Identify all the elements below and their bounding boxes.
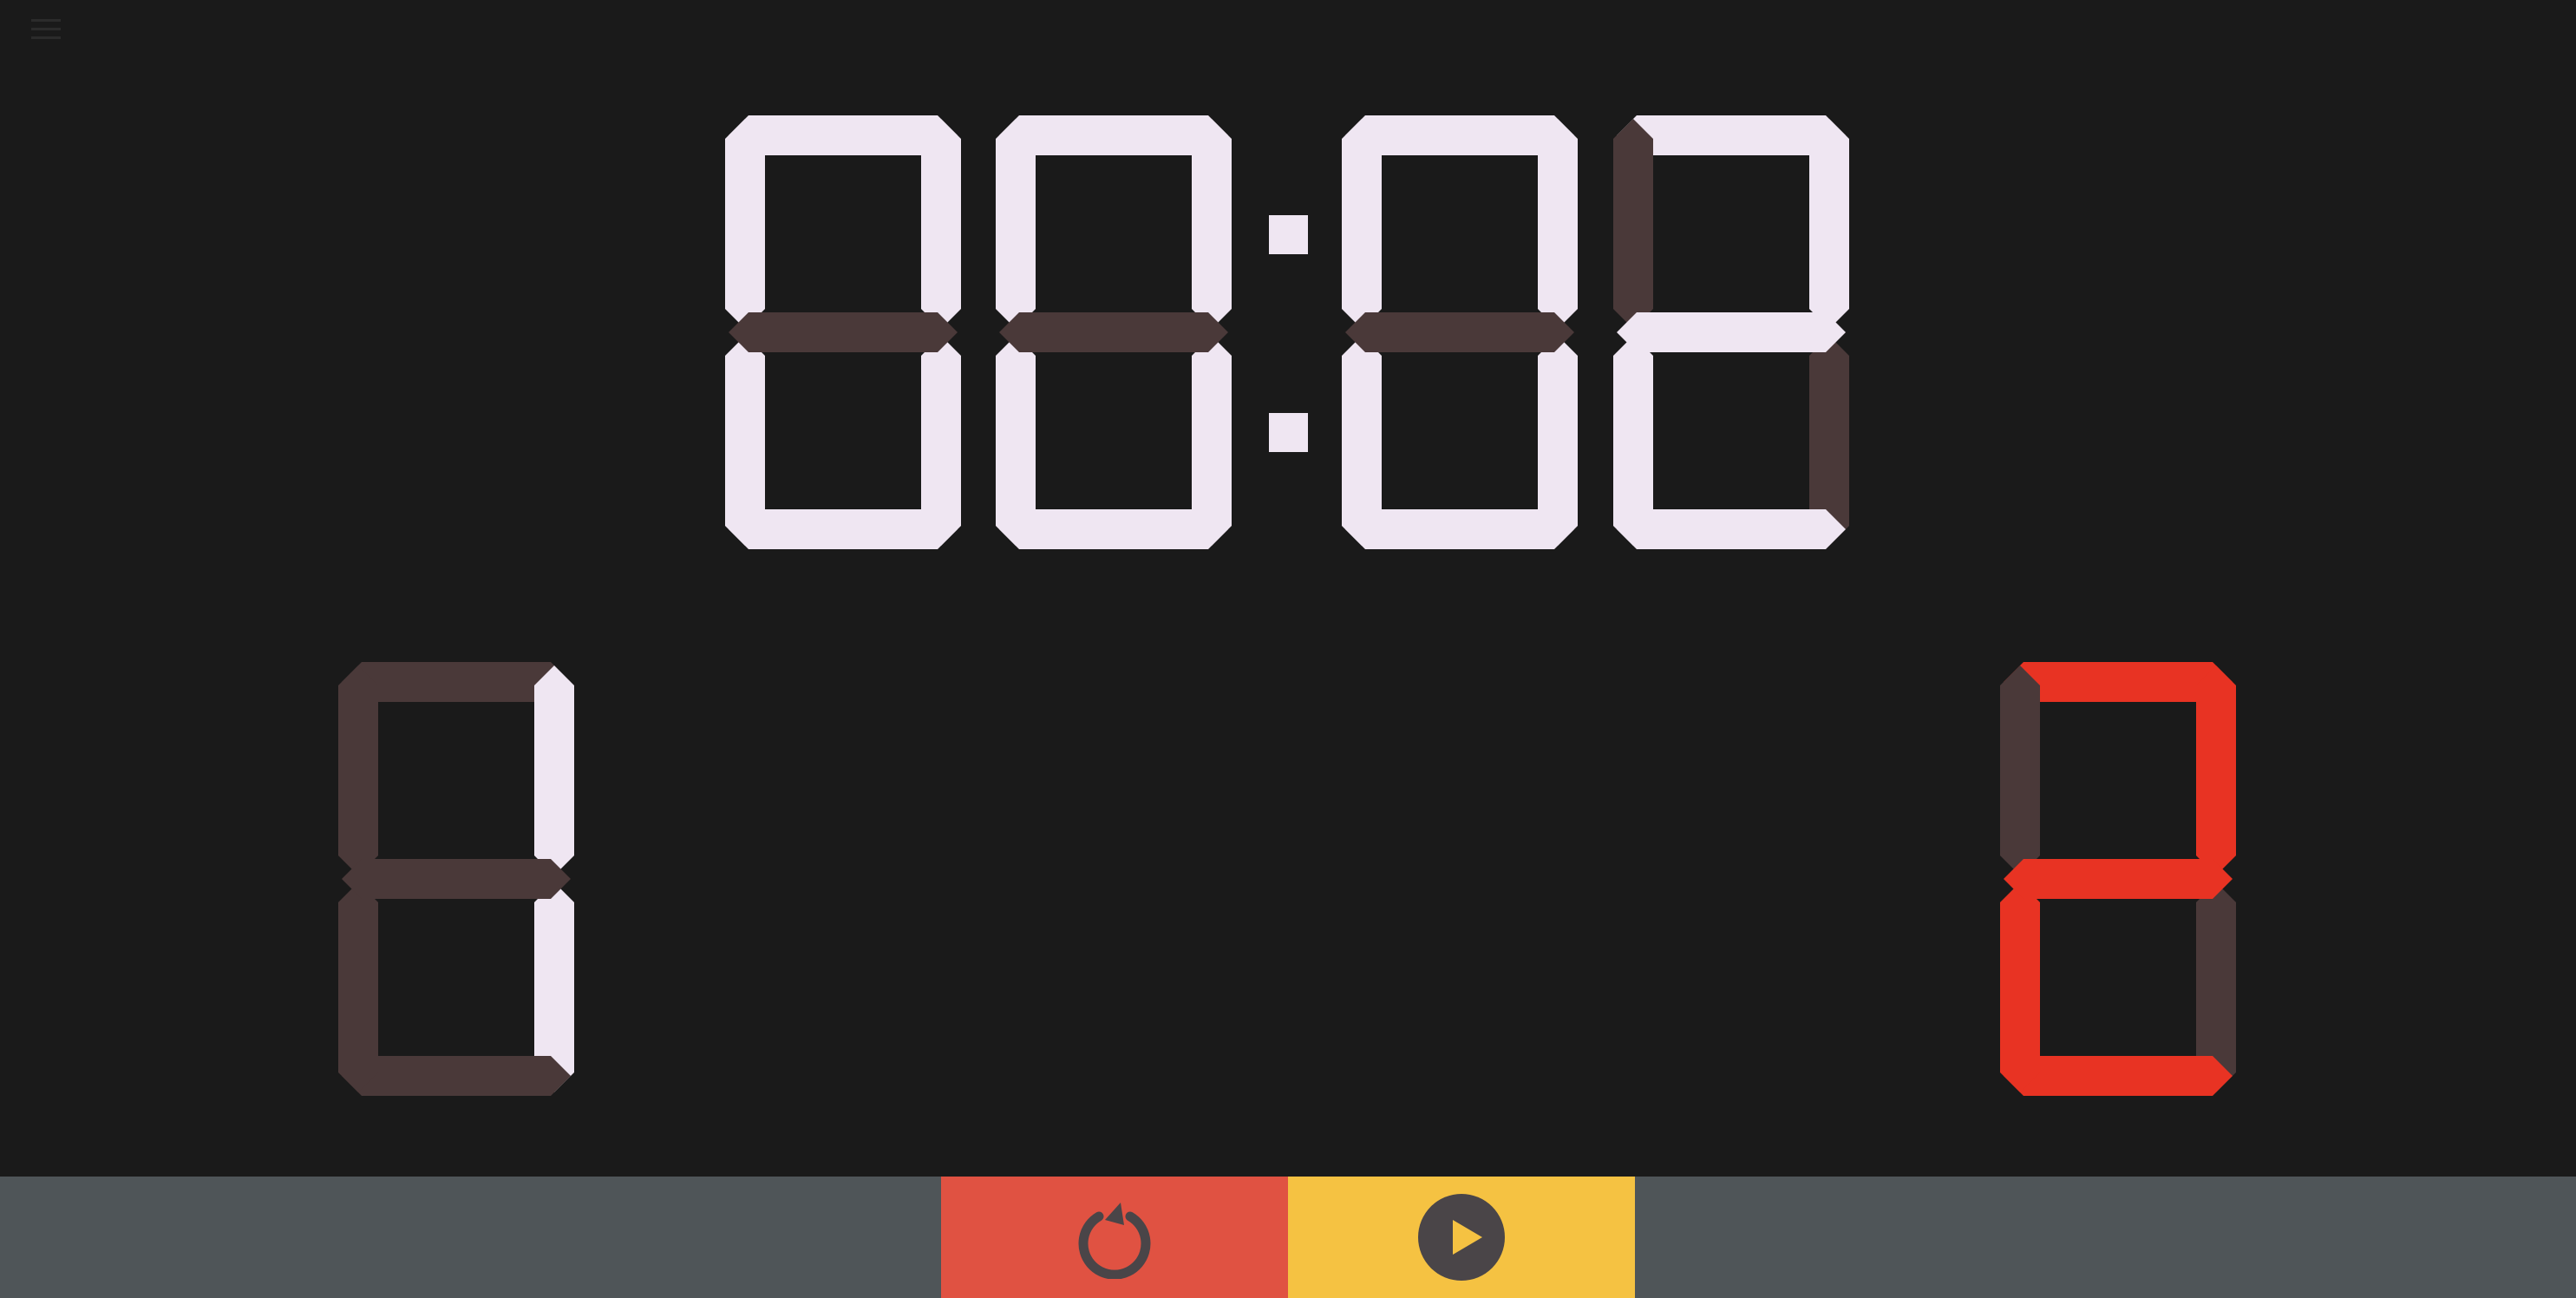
reset-icon — [1078, 1203, 1151, 1279]
reset-button[interactable] — [941, 1177, 1288, 1298]
clock-minutes-tens-digit — [725, 115, 961, 549]
play-icon — [1418, 1194, 1505, 1281]
segment-top-left — [1613, 119, 1653, 329]
play-button[interactable] — [1288, 1177, 1635, 1298]
segment-middle — [1345, 312, 1574, 352]
segment-middle — [1617, 312, 1846, 352]
segment-bottom-left — [725, 336, 765, 546]
segment-middle — [729, 312, 958, 352]
segment-top-right — [1538, 119, 1578, 329]
segment-top-right — [1192, 119, 1232, 329]
segment-top-right — [921, 119, 961, 329]
segment-middle — [999, 312, 1228, 352]
game-clock — [725, 115, 1849, 549]
right-score-digit[interactable] — [2000, 662, 2236, 1096]
clock-colon — [1269, 215, 1308, 452]
clock-seconds-tens-digit — [1342, 115, 1578, 549]
segment-bottom-left — [1342, 336, 1382, 546]
left-score-digit[interactable] — [338, 662, 574, 1096]
segment-top-left — [725, 119, 765, 329]
segment-middle — [342, 859, 571, 899]
segment-top-right — [1809, 119, 1849, 329]
segment-bottom-left — [1613, 336, 1653, 546]
clock-seconds-ones-digit — [1613, 115, 1849, 549]
clock-minutes-ones-digit — [996, 115, 1232, 549]
segment-top-left — [1342, 119, 1382, 329]
segment-top-right — [534, 665, 574, 875]
segment-top-left — [996, 119, 1036, 329]
segment-bottom-left — [338, 882, 378, 1092]
segment-bottom-left — [2000, 882, 2040, 1092]
segment-bottom-left — [996, 336, 1036, 546]
segment-top-right — [2196, 665, 2236, 875]
segment-top-left — [338, 665, 378, 875]
segment-top-left — [2000, 665, 2040, 875]
scoreboard-display — [338, 115, 2236, 1096]
segment-middle — [2004, 859, 2233, 899]
